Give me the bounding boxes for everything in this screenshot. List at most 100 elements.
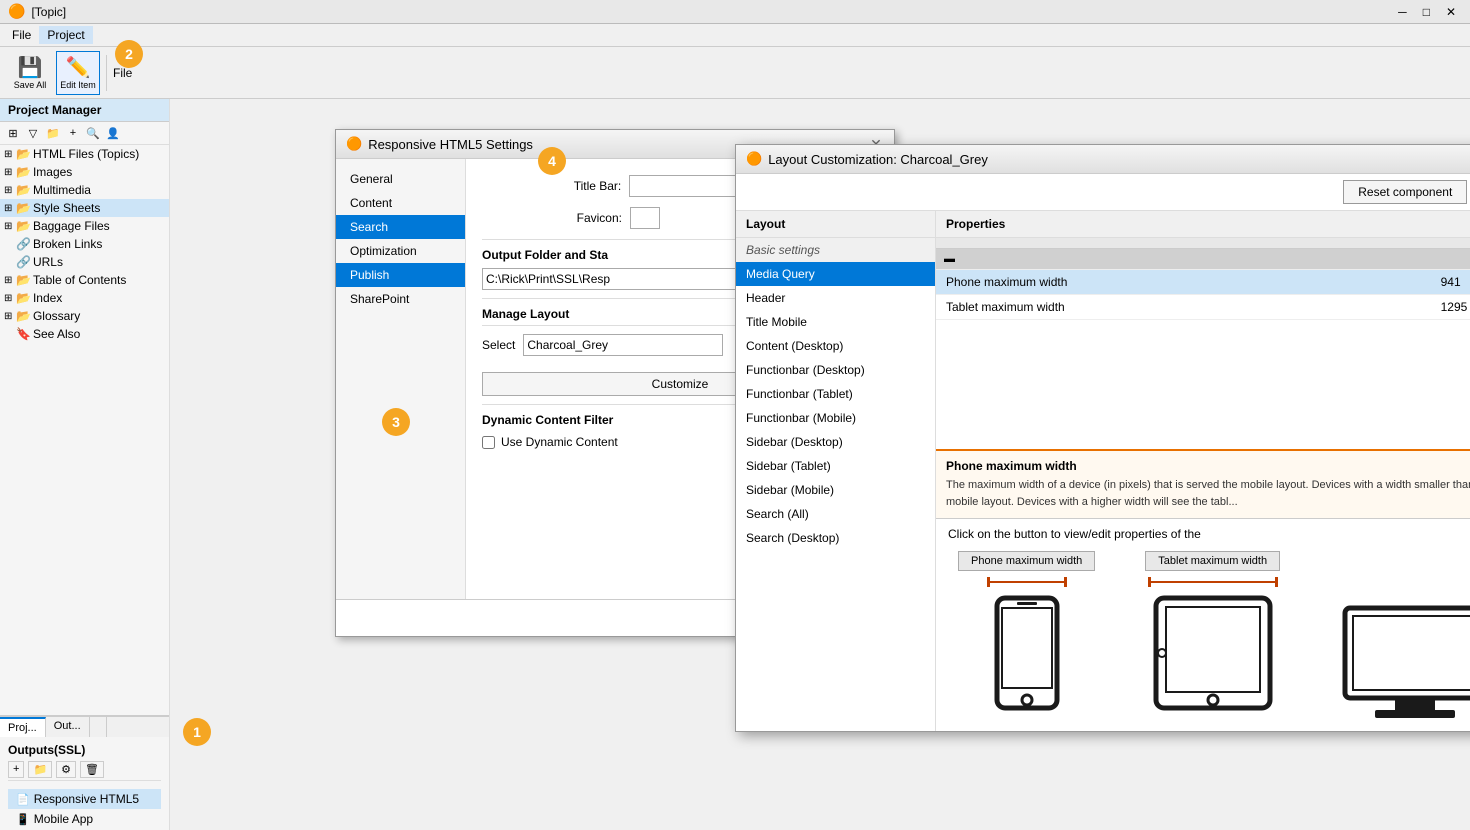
tablet-device-group: Tablet maximum width xyxy=(1145,551,1280,713)
nav-sharepoint[interactable]: SharePoint xyxy=(336,287,465,311)
pm-folder-btn[interactable]: 📁 xyxy=(44,124,62,142)
index-icon: 📂 xyxy=(16,291,31,305)
tree-item-stylesheets-label: Style Sheets xyxy=(33,201,100,215)
settings-dialog-title-text: Responsive HTML5 Settings xyxy=(368,137,533,152)
tree-item-urls-label: URLs xyxy=(33,255,63,269)
layout-list-item-content-desktop[interactable]: Content (Desktop) xyxy=(736,334,935,358)
output-mobile-label: Mobile App xyxy=(34,812,93,826)
properties-panel-header: Properties xyxy=(936,211,1470,238)
props-phone-name: Phone maximum width xyxy=(936,270,1431,295)
app-window: 🟠 [Topic] ─ □ ✕ File Project 💾 Save All … xyxy=(0,0,1470,830)
step-badge-1: 1 xyxy=(183,718,211,746)
pm-user-btn[interactable]: 👤 xyxy=(104,124,122,142)
minimize-btn[interactable]: ─ xyxy=(1392,5,1413,19)
output-delete-btn[interactable]: 🗑 xyxy=(80,761,104,778)
tree-item-toc-label: Table of Contents xyxy=(33,273,126,287)
prop-desc-title: Phone maximum width xyxy=(946,459,1470,473)
tablet-bracket xyxy=(1148,577,1278,587)
props-col-value xyxy=(1431,238,1470,249)
tab-extra[interactable] xyxy=(90,717,107,737)
settings-dialog-icon: 🟠 xyxy=(346,136,362,152)
layout-select[interactable] xyxy=(523,334,723,356)
toolbar: 💾 Save All ✏️ Edit Item File xyxy=(0,47,1470,99)
customize-dialog-title: 🟠 Layout Customization: Charcoal_Grey xyxy=(746,151,988,167)
project-manager-tree: ⊞ 📂 HTML Files (Topics) ⊞ 📂 Images ⊞ 📂 M… xyxy=(0,145,169,715)
customize-bottom: Click on the button to view/edit propert… xyxy=(936,518,1470,731)
bottom-instruction: Click on the button to view/edit propert… xyxy=(948,527,1470,541)
layout-list-item-functionbar-tablet[interactable]: Functionbar (Tablet) xyxy=(736,382,935,406)
tree-item-toc[interactable]: ⊞ 📂 Table of Contents xyxy=(0,271,169,289)
urls-icon: 🔗 xyxy=(16,255,31,269)
layout-list-item-sidebar-desktop[interactable]: Sidebar (Desktop) xyxy=(736,430,935,454)
tablet-bracket-line xyxy=(1151,581,1275,583)
tree-item-urls[interactable]: 🔗 URLs xyxy=(0,253,169,271)
output-settings-btn[interactable]: ⚙ xyxy=(56,761,76,778)
tree-item-glossary[interactable]: ⊞ 📂 Glossary xyxy=(0,307,169,325)
pm-expand-btn[interactable]: ⊞ xyxy=(4,124,22,142)
pm-search-btn[interactable]: 🔍 xyxy=(84,124,102,142)
customize-top-buttons: Reset component Reset property xyxy=(736,174,1470,211)
main-layout: Project Manager ⊞ ▽ 📁 + 🔍 👤 ⊞ 📂 HTML Fil… xyxy=(0,99,1470,830)
layout-list-item-search-desktop[interactable]: Search (Desktop) xyxy=(736,526,935,548)
select-label: Select xyxy=(482,338,515,352)
reset-component-button[interactable]: Reset component xyxy=(1343,180,1467,204)
customize-left-panel: Layout Basic settings Media Query Header… xyxy=(736,211,936,731)
layout-list-item-header[interactable]: Header xyxy=(736,286,935,310)
layout-list-item-sidebar-tablet[interactable]: Sidebar (Tablet) xyxy=(736,454,935,478)
menu-project[interactable]: Project xyxy=(39,26,92,44)
layout-list-item-functionbar-mobile[interactable]: Functionbar (Mobile) xyxy=(736,406,935,430)
prop-desc-text: The maximum width of a device (in pixels… xyxy=(946,477,1470,510)
tree-item-broken-links[interactable]: 🔗 Broken Links xyxy=(0,235,169,253)
nav-search[interactable]: Search xyxy=(336,215,465,239)
favicon-label: Favicon: xyxy=(482,211,622,225)
pm-filter-btn[interactable]: ▽ xyxy=(24,124,42,142)
props-row-tablet-width[interactable]: Tablet maximum width 1295 xyxy=(936,295,1470,320)
layout-list-item-title-mobile[interactable]: Title Mobile xyxy=(736,310,935,334)
pm-new-btn[interactable]: + xyxy=(64,124,82,142)
layout-list-item-basic-settings[interactable]: Basic settings xyxy=(736,238,935,262)
tab-output[interactable]: Out... xyxy=(46,717,90,737)
maximize-btn[interactable]: □ xyxy=(1417,5,1436,19)
props-row-phone-width[interactable]: Phone maximum width 941 xyxy=(936,270,1470,295)
output-folder-btn[interactable]: 📁 xyxy=(28,761,52,778)
phone-width-button[interactable]: Phone maximum width xyxy=(958,551,1095,571)
menu-file[interactable]: File xyxy=(4,26,39,44)
pm-toolbar: ⊞ ▽ 📁 + 🔍 👤 xyxy=(0,122,169,145)
output-list: 📄 Responsive HTML5 📱 Mobile App 🖥 Multis… xyxy=(8,785,161,830)
nav-publish[interactable]: Publish xyxy=(336,263,465,287)
output-item-mobile-app[interactable]: 📱 Mobile App xyxy=(8,809,161,829)
window-controls[interactable]: ─ □ ✕ xyxy=(1392,5,1462,19)
layout-list-item-media-query[interactable]: Media Query xyxy=(736,262,935,286)
tab-project[interactable]: Proj... xyxy=(0,717,46,737)
nav-general[interactable]: General xyxy=(336,167,465,191)
tablet-width-button[interactable]: Tablet maximum width xyxy=(1145,551,1280,571)
use-dynamic-content-checkbox[interactable] xyxy=(482,436,495,449)
tree-item-images[interactable]: ⊞ 📂 Images xyxy=(0,163,169,181)
html-files-icon: 📂 xyxy=(16,147,31,161)
tree-item-html-files[interactable]: ⊞ 📂 HTML Files (Topics) xyxy=(0,145,169,163)
layout-list-item-sidebar-mobile[interactable]: Sidebar (Mobile) xyxy=(736,478,935,502)
outputs-toolbar: + 📁 ⚙ 🗑 xyxy=(8,759,161,781)
customize-right-panel: Properties xyxy=(936,211,1470,731)
sidebar: Project Manager ⊞ ▽ 📁 + 🔍 👤 ⊞ 📂 HTML Fil… xyxy=(0,99,170,830)
tree-item-index[interactable]: ⊞ 📂 Index xyxy=(0,289,169,307)
close-btn[interactable]: ✕ xyxy=(1440,5,1462,19)
tree-item-see-also[interactable]: 🔖 See Also xyxy=(0,325,169,343)
layout-list-item-functionbar-desktop[interactable]: Functionbar (Desktop) xyxy=(736,358,935,382)
save-all-button[interactable]: 💾 Save All xyxy=(8,51,52,95)
edit-item-button[interactable]: ✏️ Edit Item xyxy=(56,51,100,95)
toolbar-separator-1 xyxy=(106,55,107,91)
see-also-icon: 🔖 xyxy=(16,327,31,341)
layout-list-item-search-all[interactable]: Search (All) xyxy=(736,502,935,526)
output-add-btn[interactable]: + xyxy=(8,761,24,778)
outputs-panel: Outputs(SSL) + 📁 ⚙ 🗑 📄 Responsive HTML5 xyxy=(0,737,169,830)
props-group-collapse-icon[interactable]: ▬ xyxy=(936,249,1470,270)
tree-item-glossary-label: Glossary xyxy=(33,309,80,323)
nav-content[interactable]: Content xyxy=(336,191,465,215)
nav-optimization[interactable]: Optimization xyxy=(336,239,465,263)
tree-item-stylesheets[interactable]: ⊞ 📂 Style Sheets xyxy=(0,199,169,217)
tree-item-baggage[interactable]: ⊞ 📂 Baggage Files xyxy=(0,217,169,235)
save-all-label: Save All xyxy=(14,80,47,90)
output-item-responsive-html5[interactable]: 📄 Responsive HTML5 xyxy=(8,789,161,809)
tree-item-multimedia[interactable]: ⊞ 📂 Multimedia xyxy=(0,181,169,199)
